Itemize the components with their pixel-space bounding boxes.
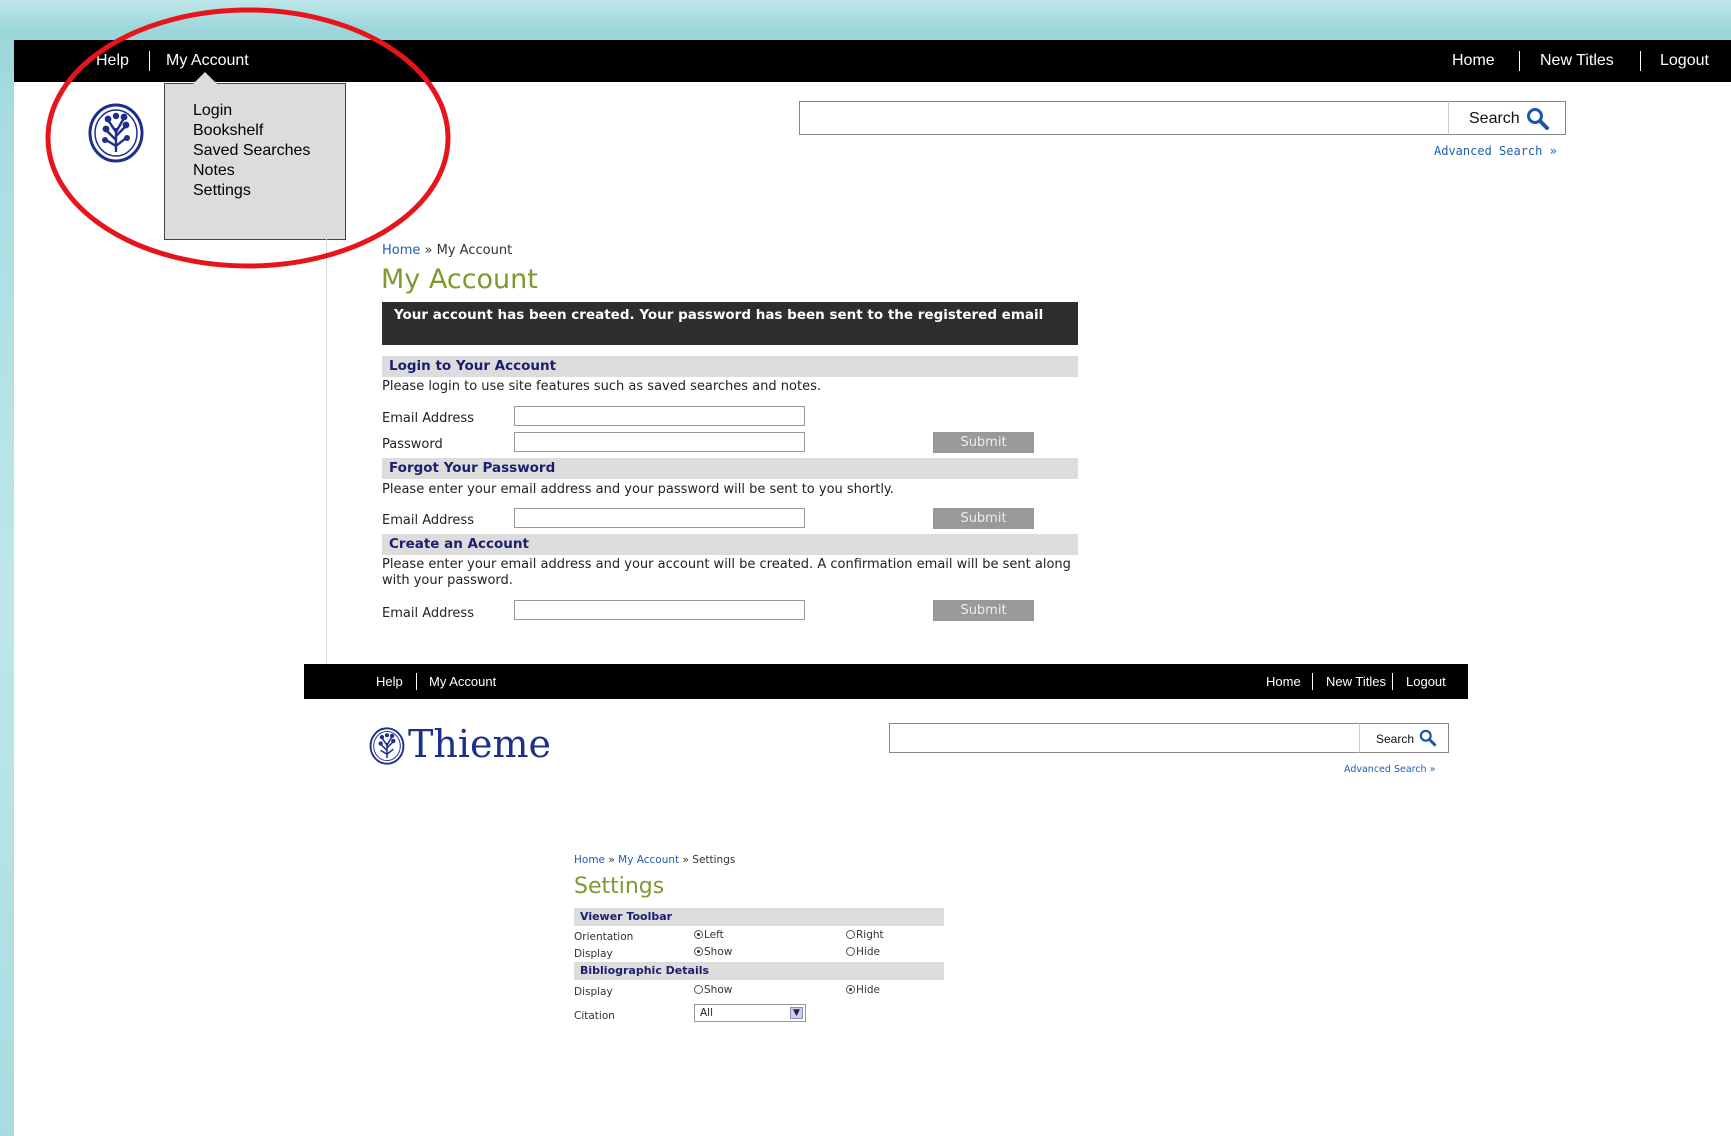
search-button-label: Search bbox=[1469, 110, 1520, 127]
option-label: Right bbox=[856, 929, 884, 941]
create-email-input[interactable] bbox=[514, 600, 805, 620]
logout-link[interactable]: Logout bbox=[1660, 52, 1709, 70]
chevron-down-icon[interactable]: ▼ bbox=[790, 1007, 803, 1019]
radio-unselected-icon[interactable] bbox=[846, 930, 855, 939]
breadcrumb-separator: » bbox=[682, 854, 689, 866]
radio-unselected-icon[interactable] bbox=[846, 947, 855, 956]
settings-page-title: Settings bbox=[574, 874, 665, 899]
citation-label: Citation bbox=[574, 1010, 615, 1022]
search-icon bbox=[1419, 729, 1437, 747]
red-annotation-circle bbox=[45, 7, 451, 269]
advanced-search-link[interactable]: Advanced Search » bbox=[1434, 144, 1557, 158]
login-description: Please login to use site features such a… bbox=[382, 379, 821, 394]
toolbar-display-hide-option[interactable]: Hide bbox=[846, 946, 880, 958]
create-submit-button[interactable]: Submit bbox=[933, 600, 1034, 621]
option-label: Show bbox=[704, 984, 733, 996]
nav-separator bbox=[1312, 673, 1313, 690]
settings-new-titles-link[interactable]: New Titles bbox=[1326, 674, 1386, 689]
thieme-logo-text[interactable]: Thieme bbox=[408, 722, 551, 766]
option-label: Left bbox=[704, 929, 724, 941]
login-password-input[interactable] bbox=[514, 432, 805, 452]
settings-top-nav-bar: Help My Account Home New Titles Logout bbox=[304, 664, 1468, 699]
nav-separator bbox=[1640, 51, 1641, 71]
orientation-right-option[interactable]: Right bbox=[846, 929, 884, 941]
breadcrumb-separator: » bbox=[608, 854, 615, 866]
citation-select-value: All bbox=[700, 1007, 714, 1019]
breadcrumb-current: Settings bbox=[692, 854, 736, 866]
create-email-label: Email Address bbox=[382, 606, 474, 621]
bibliographic-display-label: Display bbox=[574, 986, 613, 998]
bibliographic-display-hide-option[interactable]: Hide bbox=[846, 984, 880, 996]
option-label: Hide bbox=[856, 984, 880, 996]
settings-home-link[interactable]: Home bbox=[1266, 674, 1301, 689]
breadcrumb-home-link[interactable]: Home bbox=[574, 854, 605, 866]
option-label: Show bbox=[704, 946, 733, 958]
forgot-email-input[interactable] bbox=[514, 508, 805, 528]
option-label: Hide bbox=[856, 946, 880, 958]
tree-logo-icon bbox=[369, 727, 405, 765]
breadcrumb-my-account-link[interactable]: My Account bbox=[618, 854, 679, 866]
settings-logout-link[interactable]: Logout bbox=[1406, 674, 1446, 689]
account-created-notice: Your account has been created. Your pass… bbox=[382, 302, 1078, 345]
forgot-submit-button[interactable]: Submit bbox=[933, 508, 1034, 529]
forgot-email-label: Email Address bbox=[382, 513, 474, 528]
bibliographic-display-show-option[interactable]: Show bbox=[694, 984, 732, 996]
settings-advanced-search-link[interactable]: Advanced Search » bbox=[1344, 764, 1435, 775]
radio-unselected-icon[interactable] bbox=[694, 985, 703, 994]
login-email-input[interactable] bbox=[514, 406, 805, 426]
bibliographic-details-heading: Bibliographic Details bbox=[574, 962, 944, 980]
home-link[interactable]: Home bbox=[1452, 52, 1495, 70]
login-section-heading: Login to Your Account bbox=[382, 356, 1078, 377]
settings-search-button-label: Search bbox=[1376, 732, 1415, 746]
radio-selected-icon[interactable] bbox=[694, 947, 703, 956]
settings-my-account-link[interactable]: My Account bbox=[429, 674, 496, 689]
login-password-label: Password bbox=[382, 437, 443, 452]
settings-search-button[interactable]: Search bbox=[1359, 723, 1449, 753]
nav-separator bbox=[416, 673, 417, 690]
login-email-label: Email Address bbox=[382, 411, 474, 426]
search-button[interactable]: Search bbox=[1448, 101, 1566, 135]
settings-page-screenshot: Help My Account Home New Titles Logout T… bbox=[304, 664, 1468, 1136]
forgot-section-heading: Forgot Your Password bbox=[382, 458, 1078, 479]
toolbar-display-label: Display bbox=[574, 948, 613, 960]
radio-selected-icon[interactable] bbox=[846, 985, 855, 994]
login-submit-button[interactable]: Submit bbox=[933, 432, 1034, 453]
settings-breadcrumb: Home » My Account » Settings bbox=[574, 854, 735, 866]
orientation-label: Orientation bbox=[574, 931, 634, 943]
viewer-toolbar-heading: Viewer Toolbar bbox=[574, 908, 944, 926]
settings-help-link[interactable]: Help bbox=[376, 674, 403, 689]
search-icon bbox=[1527, 108, 1549, 130]
toolbar-display-show-option[interactable]: Show bbox=[694, 946, 732, 958]
forgot-description: Please enter your email address and your… bbox=[382, 482, 894, 497]
orientation-left-option[interactable]: Left bbox=[694, 929, 724, 941]
nav-separator bbox=[1519, 51, 1520, 71]
create-description: Please enter your email address and your… bbox=[382, 557, 1071, 588]
citation-select[interactable]: All ▼ bbox=[694, 1004, 806, 1022]
create-section-heading: Create an Account bbox=[382, 534, 1078, 555]
settings-search-input[interactable] bbox=[889, 723, 1361, 753]
radio-selected-icon[interactable] bbox=[694, 930, 703, 939]
search-input[interactable] bbox=[799, 101, 1451, 135]
nav-separator bbox=[1392, 673, 1393, 690]
new-titles-link[interactable]: New Titles bbox=[1540, 52, 1614, 70]
